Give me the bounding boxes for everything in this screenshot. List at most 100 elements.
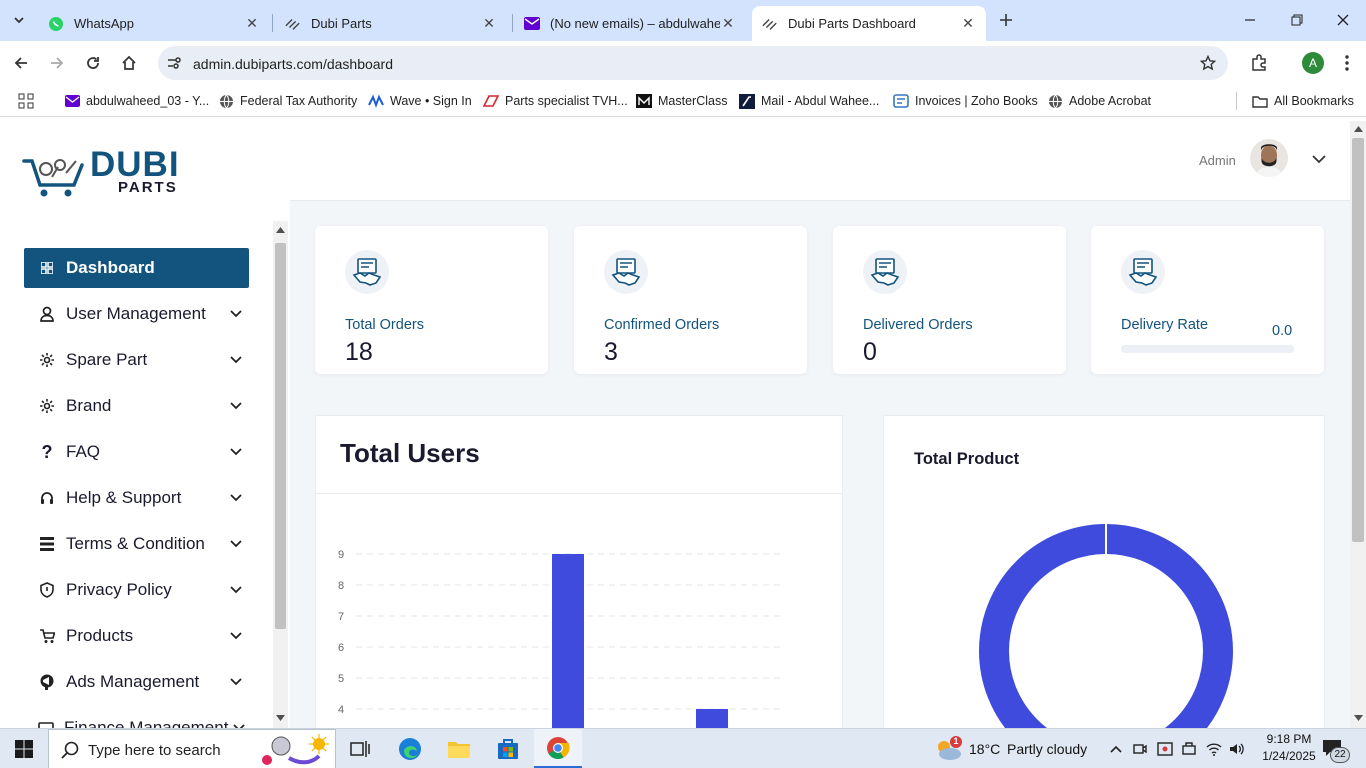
page-scroll-thumb[interactable] <box>1352 138 1364 542</box>
tab-title: Dubi Parts <box>311 16 372 31</box>
home-button[interactable] <box>116 50 142 76</box>
sidebar-item-privacy[interactable]: Privacy Policy <box>24 570 249 610</box>
dashboard-icon <box>38 259 56 277</box>
search-icon <box>61 741 79 759</box>
puzzle-icon <box>1252 54 1266 71</box>
tray-app-button[interactable] <box>1154 729 1176 768</box>
wifi-icon <box>1206 743 1222 756</box>
avatar[interactable] <box>1250 139 1288 177</box>
bookmark-label: MasterClass <box>658 94 728 108</box>
bookmark-outlook[interactable]: Mail - Abdul Wahee... <box>739 93 879 109</box>
pie-slice[interactable] <box>979 524 1233 728</box>
cart-logo-icon <box>22 159 84 197</box>
device-icon <box>1182 742 1196 755</box>
tab-yahoo-mail[interactable]: (No new emails) – abdulwaheed ✕ <box>514 6 746 41</box>
address-bar[interactable]: admin.dubiparts.com/dashboard <box>158 46 1228 80</box>
chevron-down-icon[interactable] <box>1312 155 1326 164</box>
bookmark-zoho[interactable]: Invoices | Zoho Books <box>893 93 1038 109</box>
back-button[interactable] <box>8 50 34 76</box>
panel-title: Total Product <box>914 450 1020 468</box>
bar[interactable] <box>552 554 584 728</box>
url-text[interactable]: admin.dubiparts.com/dashboard <box>193 56 393 72</box>
show-hidden-icons-button[interactable] <box>1106 729 1126 768</box>
clock-time[interactable]: 9:18 PM <box>1260 732 1318 746</box>
weather-temp[interactable]: 18°C <box>969 741 1000 757</box>
sidebar-item-help-support[interactable]: Help & Support <box>24 478 249 518</box>
tab-dubi-parts-dashboard[interactable]: Dubi Parts Dashboard ✕ <box>752 6 986 41</box>
extensions-button[interactable] <box>1246 50 1272 76</box>
sidebar-scrollbar[interactable] <box>273 221 288 728</box>
meet-now-button[interactable] <box>1130 729 1150 768</box>
profile-avatar: A <box>1302 52 1324 74</box>
total-product-donut-chart <box>979 523 1233 728</box>
sidebar-item-ads[interactable]: Ads Management <box>24 662 249 702</box>
apps-button[interactable] <box>18 93 34 109</box>
start-button[interactable] <box>0 729 48 768</box>
sidebar-item-label: Ads Management <box>66 672 200 691</box>
bookmark-federal-tax[interactable]: Federal Tax Authority <box>218 93 357 109</box>
sidebar-item-dashboard[interactable]: Dashboard <box>24 248 249 288</box>
star-icon[interactable] <box>1200 55 1216 71</box>
notification-center-button[interactable]: 22 <box>1322 739 1352 763</box>
bookmark-label: Parts specialist TVH... <box>505 94 628 108</box>
headset-icon <box>38 489 56 507</box>
window-close-button[interactable] <box>1330 7 1356 33</box>
scroll-up-icon[interactable] <box>276 227 285 233</box>
tray-device-button[interactable] <box>1178 729 1200 768</box>
sidebar-item-faq[interactable]: ? FAQ <box>24 432 249 472</box>
tab-dubi-parts[interactable]: Dubi Parts ✕ <box>275 6 507 41</box>
sidebar-item-spare-part[interactable]: Spare Part <box>24 340 249 380</box>
outlook-icon <box>739 93 755 109</box>
volume-button[interactable] <box>1226 729 1248 768</box>
site-settings-icon[interactable] <box>166 55 182 71</box>
chrome-button[interactable] <box>534 729 582 768</box>
plus-icon <box>1000 14 1012 26</box>
close-icon[interactable]: ✕ <box>720 15 736 32</box>
close-icon[interactable]: ✕ <box>960 15 976 32</box>
task-view-button[interactable] <box>340 729 380 768</box>
tab-search-button[interactable] <box>6 7 32 33</box>
bookmark-adobe[interactable]: Adobe Acrobat <box>1047 93 1151 109</box>
clock-date[interactable]: 1/24/2025 <box>1254 749 1324 763</box>
chevron-down-icon <box>223 356 249 364</box>
reload-button[interactable] <box>80 50 106 76</box>
home-icon <box>122 55 136 70</box>
sidebar-item-finance[interactable]: Finance Management <box>24 708 249 728</box>
restore-button[interactable] <box>1284 7 1310 33</box>
minimize-button[interactable] <box>1237 7 1263 33</box>
brand-logo[interactable]: DUBI PARTS <box>22 145 192 197</box>
taskbar-search-box[interactable]: Type here to search <box>48 729 336 768</box>
bookmark-tvh[interactable]: Parts specialist TVH... <box>483 93 628 109</box>
close-icon[interactable]: ✕ <box>244 15 260 32</box>
sidebar-scroll-thumb[interactable] <box>275 243 286 629</box>
browser-menu-button[interactable] <box>1334 50 1360 76</box>
weather-text[interactable]: Partly cloudy <box>1007 741 1087 757</box>
sidebar-item-products[interactable]: Products <box>24 616 249 656</box>
bookmark-wave[interactable]: Wave • Sign In <box>368 93 472 109</box>
file-explorer-button[interactable] <box>439 729 479 768</box>
bar[interactable] <box>696 709 728 728</box>
sidebar-item-brand[interactable]: Brand <box>24 386 249 426</box>
bookmark-yahoo[interactable]: abdulwaheed_03 - Y... <box>64 93 209 109</box>
new-tab-button[interactable] <box>993 7 1019 33</box>
bookmark-masterclass[interactable]: MasterClass <box>636 93 727 109</box>
network-button[interactable] <box>1203 729 1225 768</box>
folder-icon <box>448 742 470 758</box>
edge-button[interactable] <box>390 729 430 768</box>
dubi-parts-icon <box>762 16 778 32</box>
sidebar-item-user-management[interactable]: User Management <box>24 294 249 334</box>
scroll-down-icon[interactable] <box>1354 715 1363 721</box>
page-scrollbar[interactable] <box>1350 121 1366 728</box>
scroll-down-icon[interactable] <box>276 715 285 721</box>
scroll-up-icon[interactable] <box>1354 126 1363 132</box>
store-button[interactable] <box>488 729 528 768</box>
close-icon[interactable]: ✕ <box>481 15 497 32</box>
whatsapp-icon <box>48 16 64 32</box>
sidebar-item-terms[interactable]: Terms & Condition <box>24 524 249 564</box>
profile-button[interactable]: A <box>1300 50 1326 76</box>
tab-whatsapp[interactable]: WhatsApp ✕ <box>38 6 270 41</box>
weather-widget-icon[interactable]: 1 <box>934 735 964 763</box>
all-bookmarks-button[interactable]: All Bookmarks <box>1252 93 1354 109</box>
forward-button[interactable] <box>44 50 70 76</box>
y-tick-label: 4 <box>338 704 344 716</box>
